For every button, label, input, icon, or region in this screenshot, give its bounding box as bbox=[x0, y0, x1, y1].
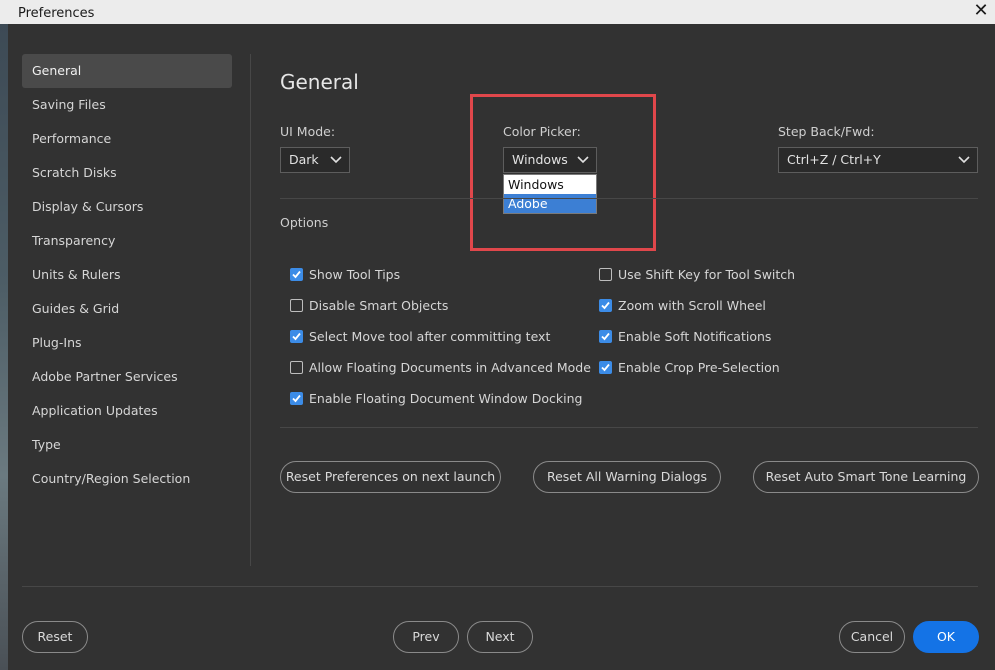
color-picker-value: Windows bbox=[512, 152, 568, 167]
divider bbox=[280, 427, 978, 428]
option-label: Enable Floating Document Window Docking bbox=[309, 391, 583, 406]
color-picker-select[interactable]: Windows bbox=[503, 147, 597, 173]
window-title: Preferences bbox=[18, 6, 95, 21]
sidebar-item-transparency[interactable]: Transparency bbox=[22, 224, 232, 258]
option-label: Use Shift Key for Tool Switch bbox=[618, 267, 796, 282]
chevron-down-icon bbox=[329, 148, 343, 172]
options-heading: Options bbox=[280, 215, 329, 230]
ui-mode-value: Dark bbox=[289, 152, 319, 167]
checkbox-unchecked-icon[interactable] bbox=[599, 268, 612, 281]
sidebar-item-display-cursors[interactable]: Display & Cursors bbox=[22, 190, 232, 224]
sidebar-divider bbox=[250, 54, 251, 566]
sidebar-item-type[interactable]: Type bbox=[22, 428, 232, 462]
option-label: Allow Floating Documents in Advanced Mod… bbox=[309, 360, 591, 375]
checkbox-checked-icon[interactable] bbox=[290, 268, 303, 281]
sidebar-item-guides-grid[interactable]: Guides & Grid bbox=[22, 292, 232, 326]
reset-preferences-button[interactable]: Reset Preferences on next launch bbox=[280, 461, 501, 493]
ui-mode-select[interactable]: Dark bbox=[280, 147, 350, 173]
divider bbox=[280, 198, 978, 199]
checkbox-checked-icon[interactable] bbox=[290, 330, 303, 343]
cancel-button[interactable]: Cancel bbox=[839, 621, 905, 653]
sidebar-item-adobe-partner-services[interactable]: Adobe Partner Services bbox=[22, 360, 232, 394]
sidebar-item-units-rulers[interactable]: Units & Rulers bbox=[22, 258, 232, 292]
sidebar-item-plug-ins[interactable]: Plug-Ins bbox=[22, 326, 232, 360]
dropdown-option-windows[interactable]: Windows bbox=[504, 175, 596, 194]
sidebar-item-saving-files[interactable]: Saving Files bbox=[22, 88, 232, 122]
dropdown-option-adobe[interactable]: Adobe bbox=[504, 194, 596, 213]
footer-divider bbox=[22, 586, 978, 587]
ui-mode-label: UI Mode: bbox=[280, 124, 336, 139]
title-bar: Preferences ✕ bbox=[0, 0, 995, 24]
step-back-value: Ctrl+Z / Ctrl+Y bbox=[787, 152, 881, 167]
sidebar: General Saving Files Performance Scratch… bbox=[22, 54, 232, 496]
option-label: Show Tool Tips bbox=[309, 267, 401, 282]
sidebar-item-general[interactable]: General bbox=[22, 54, 232, 88]
step-back-label: Step Back/Fwd: bbox=[778, 124, 875, 139]
checkbox-checked-icon[interactable] bbox=[599, 330, 612, 343]
option-label: Disable Smart Objects bbox=[309, 298, 449, 313]
reset-warning-dialogs-button[interactable]: Reset All Warning Dialogs bbox=[533, 461, 721, 493]
page-title: General bbox=[280, 70, 359, 94]
close-icon[interactable]: ✕ bbox=[971, 1, 991, 21]
step-back-select[interactable]: Ctrl+Z / Ctrl+Y bbox=[778, 147, 978, 173]
option-label: Select Move tool after committing text bbox=[309, 329, 551, 344]
checkbox-unchecked-icon[interactable] bbox=[290, 361, 303, 374]
color-picker-dropdown-list: Windows Adobe bbox=[503, 174, 597, 214]
checkbox-checked-icon[interactable] bbox=[599, 361, 612, 374]
ok-button[interactable]: OK bbox=[913, 621, 979, 653]
checkbox-checked-icon[interactable] bbox=[290, 392, 303, 405]
next-button[interactable]: Next bbox=[467, 621, 533, 653]
checkbox-checked-icon[interactable] bbox=[599, 299, 612, 312]
reset-button[interactable]: Reset bbox=[22, 621, 88, 653]
sidebar-item-country-region[interactable]: Country/Region Selection bbox=[22, 462, 232, 496]
chevron-down-icon bbox=[957, 148, 971, 172]
option-label: Zoom with Scroll Wheel bbox=[618, 298, 766, 313]
chevron-down-icon bbox=[576, 148, 590, 172]
sidebar-item-performance[interactable]: Performance bbox=[22, 122, 232, 156]
sidebar-item-scratch-disks[interactable]: Scratch Disks bbox=[22, 156, 232, 190]
prev-button[interactable]: Prev bbox=[393, 621, 459, 653]
color-picker-label: Color Picker: bbox=[503, 124, 581, 139]
reset-smart-tone-button[interactable]: Reset Auto Smart Tone Learning bbox=[753, 461, 979, 493]
option-label: Enable Crop Pre-Selection bbox=[618, 360, 780, 375]
background-edge bbox=[0, 24, 8, 670]
checkbox-unchecked-icon[interactable] bbox=[290, 299, 303, 312]
sidebar-item-application-updates[interactable]: Application Updates bbox=[22, 394, 232, 428]
option-label: Enable Soft Notifications bbox=[618, 329, 772, 344]
